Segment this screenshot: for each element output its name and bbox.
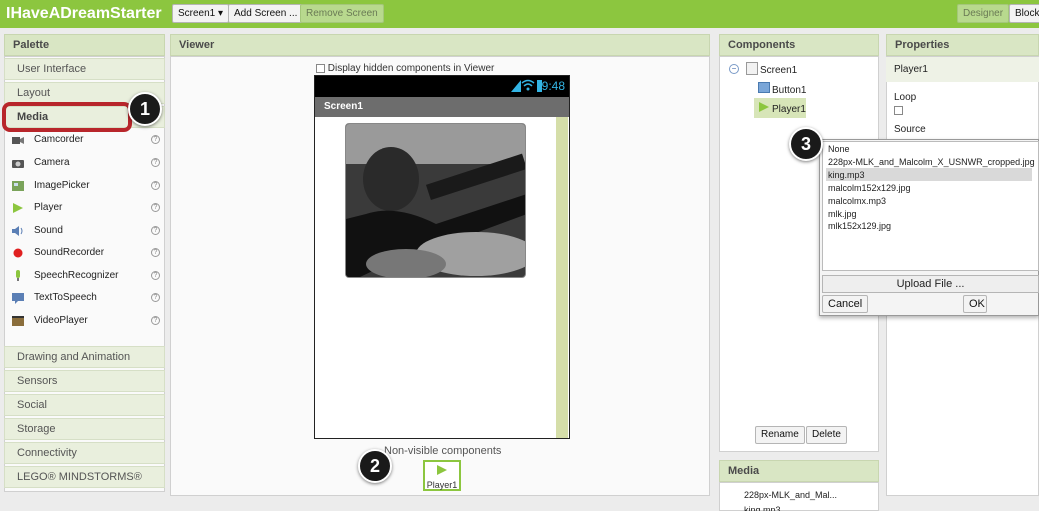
media-header: Media — [719, 460, 879, 482]
screen-select[interactable]: Screen1 ▾ — [172, 4, 230, 23]
source-option[interactable]: malcolmx.mp3 — [828, 195, 886, 208]
palette-category-social[interactable]: Social — [4, 394, 165, 416]
palette-category-connectivity[interactable]: Connectivity — [4, 442, 165, 464]
screen-image-button1[interactable] — [345, 123, 526, 278]
help-icon[interactable]: ? — [151, 181, 160, 190]
app-title: IHaveADreamStarter — [6, 5, 162, 22]
screen-title-bar: Screen1 — [315, 97, 569, 117]
loop-label: Loop — [894, 92, 917, 103]
display-hidden-checkbox[interactable] — [316, 63, 325, 73]
screen-icon — [746, 62, 758, 75]
palette-category-lego[interactable]: LEGO® MINDSTORMS® — [4, 466, 165, 488]
palette-item-imagepicker[interactable]: ImagePicker? — [6, 176, 162, 196]
help-icon[interactable]: ? — [151, 135, 160, 144]
tree-screen1[interactable]: Screen1 — [760, 65, 797, 76]
button-icon — [758, 82, 770, 93]
camera-icon — [12, 157, 24, 169]
phone-scrollbar[interactable] — [556, 117, 568, 438]
signal-icon — [511, 80, 521, 95]
palette-item-speechrecognizer[interactable]: SpeechRecognizer? — [6, 266, 162, 286]
loop-checkbox[interactable] — [894, 106, 903, 115]
tree-button1[interactable]: Button1 — [772, 85, 806, 96]
properties-header: Properties — [886, 34, 1039, 56]
media-item[interactable]: 228px-MLK_and_Mal... — [744, 490, 837, 500]
speech-recognizer-icon — [12, 270, 24, 282]
upload-file-button[interactable]: Upload File ... — [822, 275, 1039, 293]
palette-item-player[interactable]: Player? — [6, 198, 162, 218]
palette-header: Palette — [4, 34, 165, 56]
sound-icon — [12, 225, 24, 237]
callout-2: 2 — [358, 449, 392, 483]
palette-item-videoplayer[interactable]: VideoPlayer? — [6, 311, 162, 331]
help-icon[interactable]: ? — [151, 316, 160, 325]
source-option[interactable]: malcolm152x129.jpg — [828, 182, 911, 195]
palette-item-sound[interactable]: Sound? — [6, 221, 162, 241]
source-option[interactable]: None — [828, 143, 850, 156]
camcorder-icon — [12, 134, 24, 146]
palette-item-texttospeech[interactable]: TextToSpeech? — [6, 288, 162, 308]
text-to-speech-icon — [12, 292, 24, 304]
delete-button[interactable]: Delete — [806, 426, 847, 444]
cancel-button[interactable]: Cancel — [822, 295, 869, 313]
tree-player1[interactable]: Player1 — [772, 104, 806, 115]
rename-button[interactable]: Rename — [755, 426, 805, 444]
palette-item-soundrecorder[interactable]: SoundRecorder? — [6, 243, 162, 263]
player-icon — [425, 464, 459, 479]
media-item[interactable]: king.mp3 — [744, 505, 781, 511]
media-highlight-ring — [2, 102, 132, 132]
palette-category-user-interface[interactable]: User Interface — [4, 58, 165, 80]
top-bar: IHaveADreamStarter Screen1 ▾ Add Screen … — [0, 0, 1039, 28]
help-icon[interactable]: ? — [151, 158, 160, 167]
palette-item-camcorder[interactable]: Camcorder? — [6, 130, 162, 150]
nonvisible-label: Non-visible components — [384, 445, 502, 457]
wifi-icon — [521, 79, 535, 94]
video-player-icon — [12, 315, 24, 327]
components-header: Components — [719, 34, 879, 56]
remove-screen-button[interactable]: Remove Screen — [300, 4, 384, 23]
callout-3: 3 — [789, 127, 823, 161]
source-option[interactable]: mlk152x129.jpg — [828, 220, 891, 233]
image-picker-icon — [12, 180, 24, 192]
help-icon[interactable]: ? — [151, 226, 160, 235]
phone-status-bar: 9:48 — [315, 76, 569, 97]
sound-recorder-icon — [12, 247, 24, 259]
designer-button[interactable]: Designer — [957, 4, 1010, 23]
add-screen-button[interactable]: Add Screen ... — [228, 4, 304, 23]
source-label: Source — [894, 124, 926, 135]
nonvisible-player1[interactable]: Player1 — [423, 460, 461, 491]
collapse-icon[interactable]: − — [729, 64, 739, 74]
callout-1: 1 — [128, 92, 162, 126]
ok-button[interactable]: OK — [963, 295, 987, 313]
source-option-selected[interactable]: king.mp3 — [828, 169, 865, 182]
help-icon[interactable]: ? — [151, 271, 160, 280]
properties-component-name: Player1 — [886, 57, 1039, 82]
phone-clock: 9:48 — [541, 79, 565, 93]
blocks-button[interactable]: Blocks — [1009, 4, 1039, 23]
palette-item-camera[interactable]: Camera? — [6, 153, 162, 173]
help-icon[interactable]: ? — [151, 248, 160, 257]
player-icon — [758, 101, 770, 116]
player-icon — [12, 202, 24, 214]
palette-category-drawing[interactable]: Drawing and Animation — [4, 346, 165, 368]
palette-category-storage[interactable]: Storage — [4, 418, 165, 440]
viewer-header: Viewer — [170, 34, 710, 56]
help-icon[interactable]: ? — [151, 293, 160, 302]
palette-category-sensors[interactable]: Sensors — [4, 370, 165, 392]
help-icon[interactable]: ? — [151, 203, 160, 212]
display-hidden-row: Display hidden components in Viewer — [316, 63, 494, 74]
